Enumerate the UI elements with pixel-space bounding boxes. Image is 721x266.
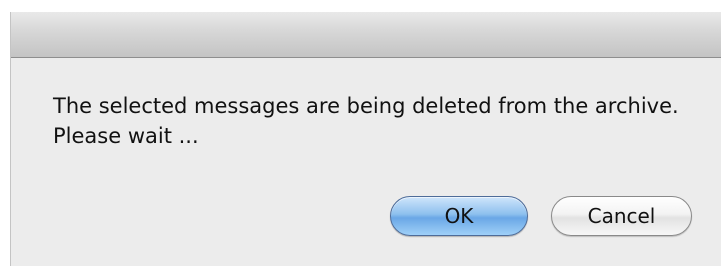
- alert-dialog: The selected messages are being deleted …: [10, 12, 721, 266]
- dialog-message: The selected messages are being deleted …: [53, 94, 679, 148]
- ok-button[interactable]: OK: [390, 196, 528, 236]
- dialog-title-bar[interactable]: [11, 12, 721, 58]
- cancel-button[interactable]: Cancel: [551, 196, 692, 236]
